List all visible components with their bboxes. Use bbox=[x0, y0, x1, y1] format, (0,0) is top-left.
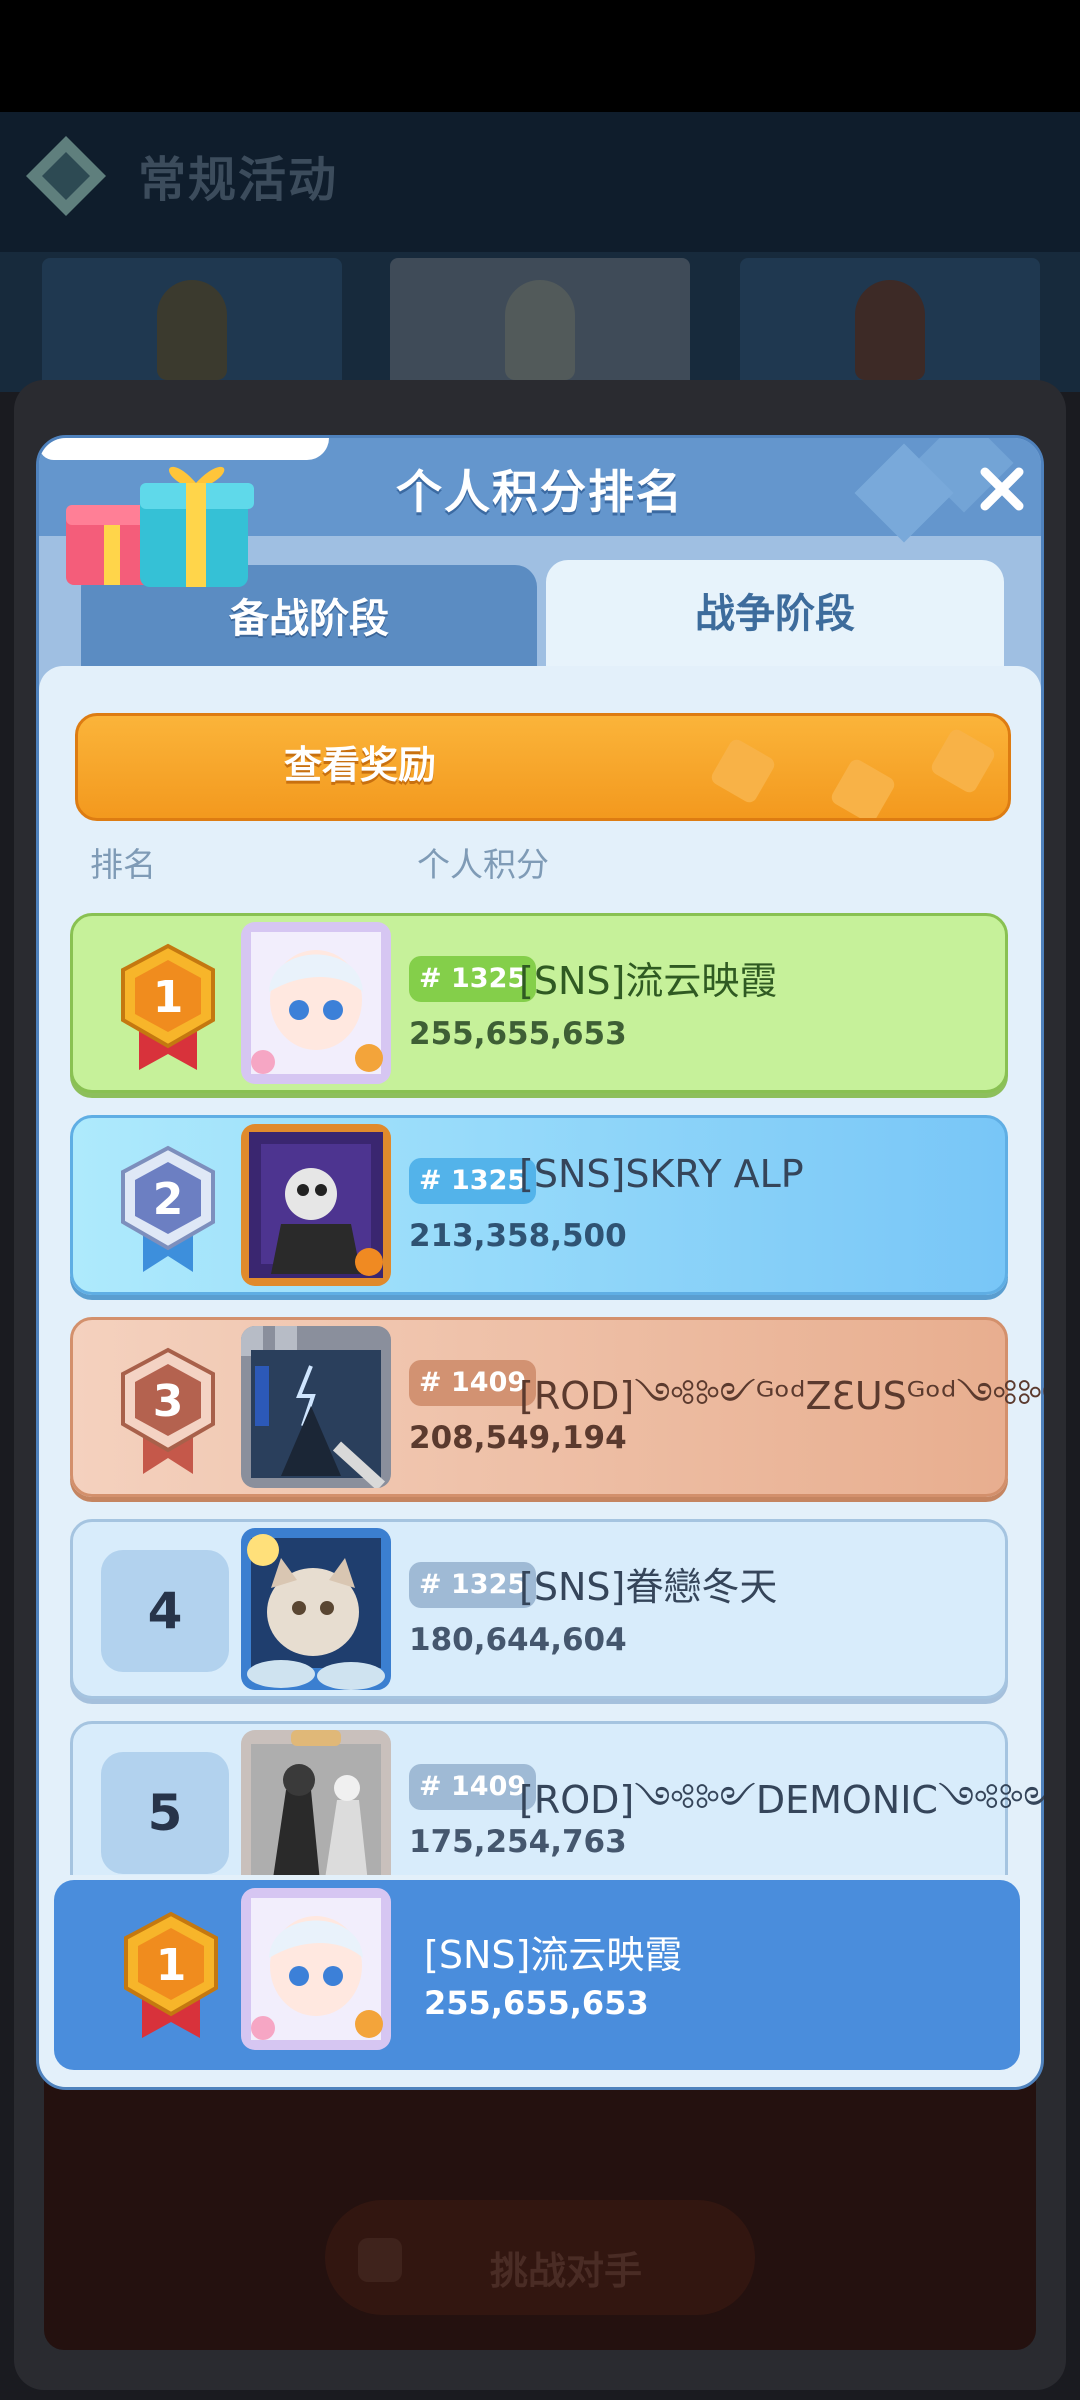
player-avatar[interactable] bbox=[241, 1528, 391, 1690]
player-avatar[interactable] bbox=[241, 1730, 391, 1875]
close-icon[interactable] bbox=[977, 464, 1027, 514]
svg-text:3: 3 bbox=[153, 1376, 184, 1427]
ranking-row[interactable]: 2 # 1325 [SNS]SKRY ALP 213,358,500 bbox=[70, 1115, 1008, 1295]
player-score: 208,549,194 bbox=[409, 1420, 627, 1456]
my-rank-bar[interactable]: 1 [SNS]流云映霞 255,655,653 bbox=[54, 1880, 1020, 2070]
ranking-row[interactable]: 5 # 1409 [ROD]༺༻DEMONIC༺༻ 175,254,763 bbox=[70, 1721, 1044, 1875]
svg-text:1: 1 bbox=[153, 972, 184, 1023]
gift-box-icon bbox=[66, 466, 254, 587]
my-player-name: [SNS]流云映霞 bbox=[424, 1933, 683, 1977]
banner-pattern bbox=[708, 736, 778, 806]
player-score: 213,358,500 bbox=[409, 1218, 627, 1254]
banner-pattern bbox=[928, 726, 998, 796]
ranking-row[interactable]: 1 # 1325 [SNS]流云映霞 255,655,653 bbox=[70, 913, 1008, 1093]
gold-medal-icon: 1 bbox=[124, 1911, 218, 2038]
player-name: [SNS]流云映霞 bbox=[519, 959, 778, 1003]
banner-pattern bbox=[828, 756, 898, 818]
my-avatar[interactable] bbox=[241, 1888, 391, 2050]
player-name: [SNS]眷戀冬天 bbox=[519, 1565, 778, 1609]
background-button-icon bbox=[358, 2238, 402, 2282]
server-badge: # 1325 bbox=[409, 1158, 537, 1204]
player-name: [SNS]SKRY ALP bbox=[519, 1152, 804, 1196]
svg-text:1: 1 bbox=[156, 1940, 187, 1991]
server-badge: # 1325 bbox=[409, 956, 537, 1002]
tab-war-phase[interactable]: 战争阶段 bbox=[546, 560, 1004, 672]
background-tab-2 bbox=[390, 258, 690, 388]
my-player-score: 255,655,653 bbox=[424, 1984, 649, 2022]
server-badge: # 1409 bbox=[409, 1360, 537, 1406]
gold-medal-icon: 1 bbox=[121, 943, 215, 1070]
background-title: 常规活动 bbox=[138, 152, 339, 208]
background-tab-3 bbox=[740, 258, 1040, 388]
ranking-list[interactable]: 1 # 1325 [SNS]流云映霞 255,655,653 2 # 1325 … bbox=[36, 905, 1044, 1875]
silver-medal-icon: 2 bbox=[121, 1145, 215, 1272]
column-header-score: 个人积分 bbox=[417, 845, 549, 884]
view-rewards-label: 查看奖励 bbox=[284, 743, 437, 787]
background-tab-1 bbox=[42, 258, 342, 388]
player-score: 255,655,653 bbox=[409, 1016, 627, 1052]
view-rewards-button[interactable] bbox=[75, 713, 1011, 821]
player-avatar[interactable] bbox=[241, 922, 391, 1084]
column-header-rank: 排名 bbox=[90, 845, 156, 884]
ranking-row[interactable]: 3 # 1409 [ROD]༺༻ᴳᵒᵈZƐUSᴳᵒᵈ༺༻ 208,549,194 bbox=[70, 1317, 1044, 1497]
player-score: 175,254,763 bbox=[409, 1824, 627, 1860]
status-bar bbox=[0, 0, 1080, 112]
rank-number: 4 bbox=[101, 1550, 229, 1672]
ranking-row[interactable]: 4 # 1325 [SNS]眷戀冬天 180,644,604 bbox=[70, 1519, 1008, 1699]
svg-text:2: 2 bbox=[153, 1174, 184, 1225]
bronze-medal-icon: 3 bbox=[121, 1347, 215, 1474]
server-badge: # 1409 bbox=[409, 1764, 537, 1810]
back-arrow-icon bbox=[26, 136, 106, 216]
background-button-label: 挑战对手 bbox=[490, 2249, 643, 2293]
player-avatar[interactable] bbox=[241, 1326, 391, 1488]
server-badge: # 1325 bbox=[409, 1562, 537, 1608]
player-avatar[interactable] bbox=[241, 1124, 391, 1286]
player-score: 180,644,604 bbox=[409, 1622, 627, 1658]
rank-number: 5 bbox=[101, 1752, 229, 1874]
